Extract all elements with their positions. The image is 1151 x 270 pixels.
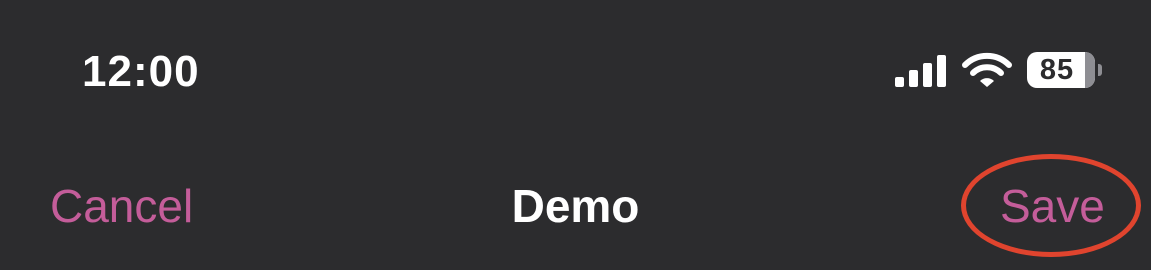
save-button[interactable]: Save xyxy=(1000,178,1105,234)
battery-body: 85 xyxy=(1027,52,1095,88)
status-bar: 12:00 85 xyxy=(0,0,1151,140)
wifi-icon xyxy=(962,52,1012,87)
cellular-signal-icon xyxy=(895,55,946,87)
battery-level-text: 85 xyxy=(1039,54,1075,86)
page-title: Demo xyxy=(511,180,640,232)
navigation-bar: Cancel Demo Save xyxy=(0,140,1151,270)
battery-cap xyxy=(1098,64,1102,76)
status-time: 12:00 xyxy=(82,47,200,96)
battery-icon: 85 xyxy=(1027,52,1103,88)
